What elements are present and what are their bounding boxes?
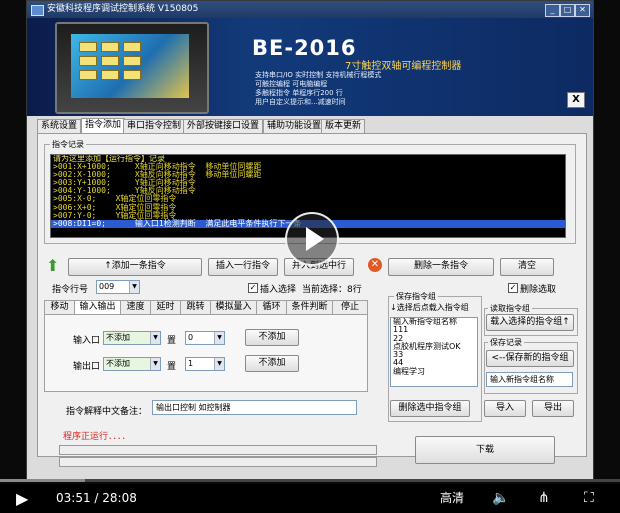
subtab-delay[interactable]: 延时 [150, 300, 181, 315]
banner-brand: BE-2016 [252, 36, 357, 60]
note-input[interactable]: 输出口控制 如控制器 [152, 400, 357, 415]
export-button[interactable]: 导出 [532, 400, 574, 417]
line-no-label: 指令行号 [52, 285, 89, 295]
quality-button[interactable]: 高清 [440, 484, 464, 513]
save-group-button[interactable]: <--保存新的指令组 [486, 350, 574, 367]
banner-feature: 用户自定义提示和...减速时间 [255, 98, 346, 106]
tab-version-update[interactable]: 版本更新 [321, 119, 366, 133]
note-label: 指令解释中文备注： [66, 407, 148, 417]
device-image [55, 22, 209, 114]
output-set-label: 置 [167, 362, 177, 372]
fullscreen-icon[interactable]: ⛶ [584, 484, 594, 513]
tab-external-keys[interactable]: 外部按键接口设置 [183, 119, 264, 133]
play-overlay-icon[interactable] [285, 212, 339, 266]
play-icon[interactable]: ▶ [16, 484, 28, 513]
delete-group-button[interactable]: 删除选中指令组 [390, 400, 470, 417]
delete-check-label: 删除选取 [520, 285, 557, 295]
current-selection: 当前选择：8行 [302, 285, 362, 295]
progress-bar-2 [59, 457, 377, 467]
banner-close-button[interactable]: X [567, 92, 585, 108]
running-status: 程序正运行．．．． [63, 432, 131, 442]
list-item[interactable]: 点胶机程序测试OK [391, 342, 477, 351]
product-banner: BE-2016 7寸触控双轴可编程控制器 支持串口/IO 实时控制 支持机械行程… [27, 18, 593, 116]
output-port-select[interactable]: 不添加 ▼ [103, 357, 161, 371]
add-command-button[interactable]: ↑添加一条指令 [68, 258, 202, 276]
window-title: 安徽科技程序调试控制系统 V150805 [47, 4, 199, 14]
tab-command-add[interactable]: 指令添加 [81, 118, 126, 134]
cmd-log-label: 指令记录 [50, 139, 86, 150]
input-port-select[interactable]: 不添加 ▼ [103, 331, 161, 345]
tab-system-settings[interactable]: 系统设置 [37, 119, 82, 133]
subtab-speed[interactable]: 速度 [120, 300, 151, 315]
tab-aux-functions[interactable]: 辅助功能设置 [263, 119, 326, 133]
subtab-jump[interactable]: 跳转 [180, 300, 211, 315]
input-level-select[interactable]: 0 ▼ [185, 331, 225, 345]
tab-serial-control[interactable]: 串口指令控制 [123, 119, 186, 133]
subtab-loop[interactable]: 循环 [256, 300, 287, 315]
program-group-hint: ↓选择后点载入指令组 [390, 303, 469, 312]
video-time: 03:51 / 28:08 [56, 491, 137, 505]
list-item[interactable]: 33 [391, 350, 477, 359]
list-item[interactable]: 111 [391, 325, 477, 334]
delete-checkbox[interactable]: ✓ [508, 283, 518, 293]
command-add-pane: 指令记录 请为这里添加【运行指令】记录 >001:X+1000; X轴正向移动指令… [37, 133, 587, 457]
line-no-select[interactable]: 009 ▼ [96, 280, 140, 294]
maximize-button[interactable]: □ [560, 4, 575, 17]
insert-checkbox[interactable]: ✓ [248, 283, 258, 293]
input-set-label: 置 [167, 336, 177, 346]
video-player-bar: ▶ 03:51 / 28:08 高清 🔈 ⋔ ⛶ [0, 484, 620, 513]
import-button[interactable]: 导入 [484, 400, 526, 417]
share-icon[interactable]: ⋔ [538, 484, 550, 513]
new-group-name-input[interactable]: 输入新指令组名称 [486, 372, 573, 387]
delete-icon: ✕ [368, 258, 382, 272]
close-button[interactable]: ✕ [575, 4, 590, 17]
video-progress-fill [0, 479, 85, 482]
arrow-up-icon: ⬆ [46, 256, 60, 275]
subtab-stop[interactable]: 停止 [332, 300, 368, 315]
subtab-move[interactable]: 移动 [44, 300, 75, 315]
list-item[interactable]: 编程学习 [391, 367, 477, 376]
io-subpane: 输入口 不添加 ▼ 置 0 ▼ 不添加 输出口 不添加 ▼ 置 1 ▼ 不添加 [44, 314, 368, 392]
input-add-button[interactable]: 不添加 [245, 329, 299, 346]
subtab-analog[interactable]: 模拟量入 [210, 300, 257, 315]
save-group-label: 保存记录 [488, 337, 524, 348]
subtab-io[interactable]: 输入输出 [74, 300, 121, 315]
load-group-button[interactable]: 载入选择的指令组↑ [486, 314, 574, 331]
insert-check-label: 插入选择 [260, 285, 297, 295]
input-port-label: 输入口 [73, 336, 101, 346]
program-group-label: 保存指令组 [394, 291, 438, 302]
program-group-list[interactable]: 输入新指令组名称 111 22 点胶机程序测试OK 33 44 编程学习 [390, 317, 478, 387]
output-level-select[interactable]: 1 ▼ [185, 357, 225, 371]
clear-button[interactable]: 清空 [500, 258, 554, 276]
volume-icon[interactable]: 🔈 [492, 484, 509, 513]
subtab-condition[interactable]: 条件判断 [286, 300, 333, 315]
insert-command-button[interactable]: 插入一行指令 [208, 258, 278, 276]
output-add-button[interactable]: 不添加 [245, 355, 299, 372]
minimize-button[interactable]: _ [545, 4, 560, 17]
delete-command-button[interactable]: 删除一条指令 [388, 258, 494, 276]
progress-bar-1 [59, 445, 377, 455]
app-icon [31, 5, 44, 16]
video-progress-track[interactable] [0, 479, 620, 482]
output-port-label: 输出口 [73, 362, 101, 372]
title-bar: 安徽科技程序调试控制系统 V150805 _ □ ✕ [27, 1, 593, 18]
read-group-label: 读取指令组 [488, 303, 532, 314]
download-button[interactable]: 下载 [415, 436, 555, 464]
